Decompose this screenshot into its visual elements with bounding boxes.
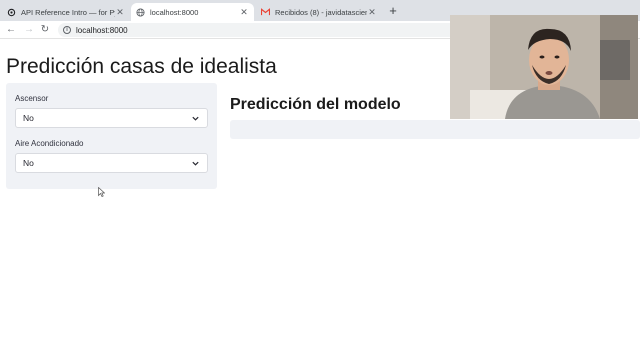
tab-localhost[interactable]: localhost:8000 ✕	[131, 3, 254, 21]
back-icon[interactable]: ←	[5, 23, 17, 37]
ascensor-value: No	[23, 113, 34, 123]
ascensor-label: Ascensor	[15, 94, 49, 103]
presenter-video	[450, 15, 638, 119]
prediction-result-box	[230, 120, 640, 139]
openai-icon	[7, 8, 16, 17]
address-text: localhost:8000	[76, 25, 128, 35]
aire-acondicionado-value: No	[23, 158, 34, 168]
tab-close-icon[interactable]: ✕	[239, 7, 249, 18]
forward-icon[interactable]: →	[23, 23, 35, 37]
tab-title: localhost:8000	[150, 7, 199, 17]
mouse-cursor-icon	[98, 187, 105, 197]
webcam-overlay	[450, 15, 638, 119]
tab-api-reference[interactable]: API Reference Intro — for Python ✕	[2, 3, 130, 21]
address-bar[interactable]: i localhost:8000	[58, 23, 458, 37]
reload-icon[interactable]: ↻	[39, 23, 51, 37]
tab-title: Recibidos (8) - javidatascience@	[275, 7, 367, 17]
tab-title: API Reference Intro — for Python	[21, 7, 115, 17]
model-prediction-title: Predicción del modelo	[230, 96, 401, 113]
gmail-icon	[261, 8, 270, 17]
globe-icon	[136, 7, 145, 17]
tab-gmail[interactable]: Recibidos (8) - javidatascience@ ✕	[256, 3, 382, 21]
sidebar: Ascensor No Aire Acondicionado No	[6, 83, 217, 189]
site-info-icon[interactable]: i	[63, 26, 71, 34]
aire-acondicionado-select[interactable]: No	[15, 153, 208, 173]
tab-close-icon[interactable]: ✕	[115, 7, 125, 18]
page-title: Predicción casas de idealista	[6, 55, 277, 78]
ascensor-select[interactable]: No	[15, 108, 208, 128]
aire-acondicionado-label: Aire Acondicionado	[15, 139, 84, 148]
chevron-down-icon	[192, 161, 199, 166]
new-tab-icon[interactable]: +	[386, 4, 400, 18]
chevron-down-icon	[192, 116, 199, 121]
tab-close-icon[interactable]: ✕	[367, 7, 377, 18]
